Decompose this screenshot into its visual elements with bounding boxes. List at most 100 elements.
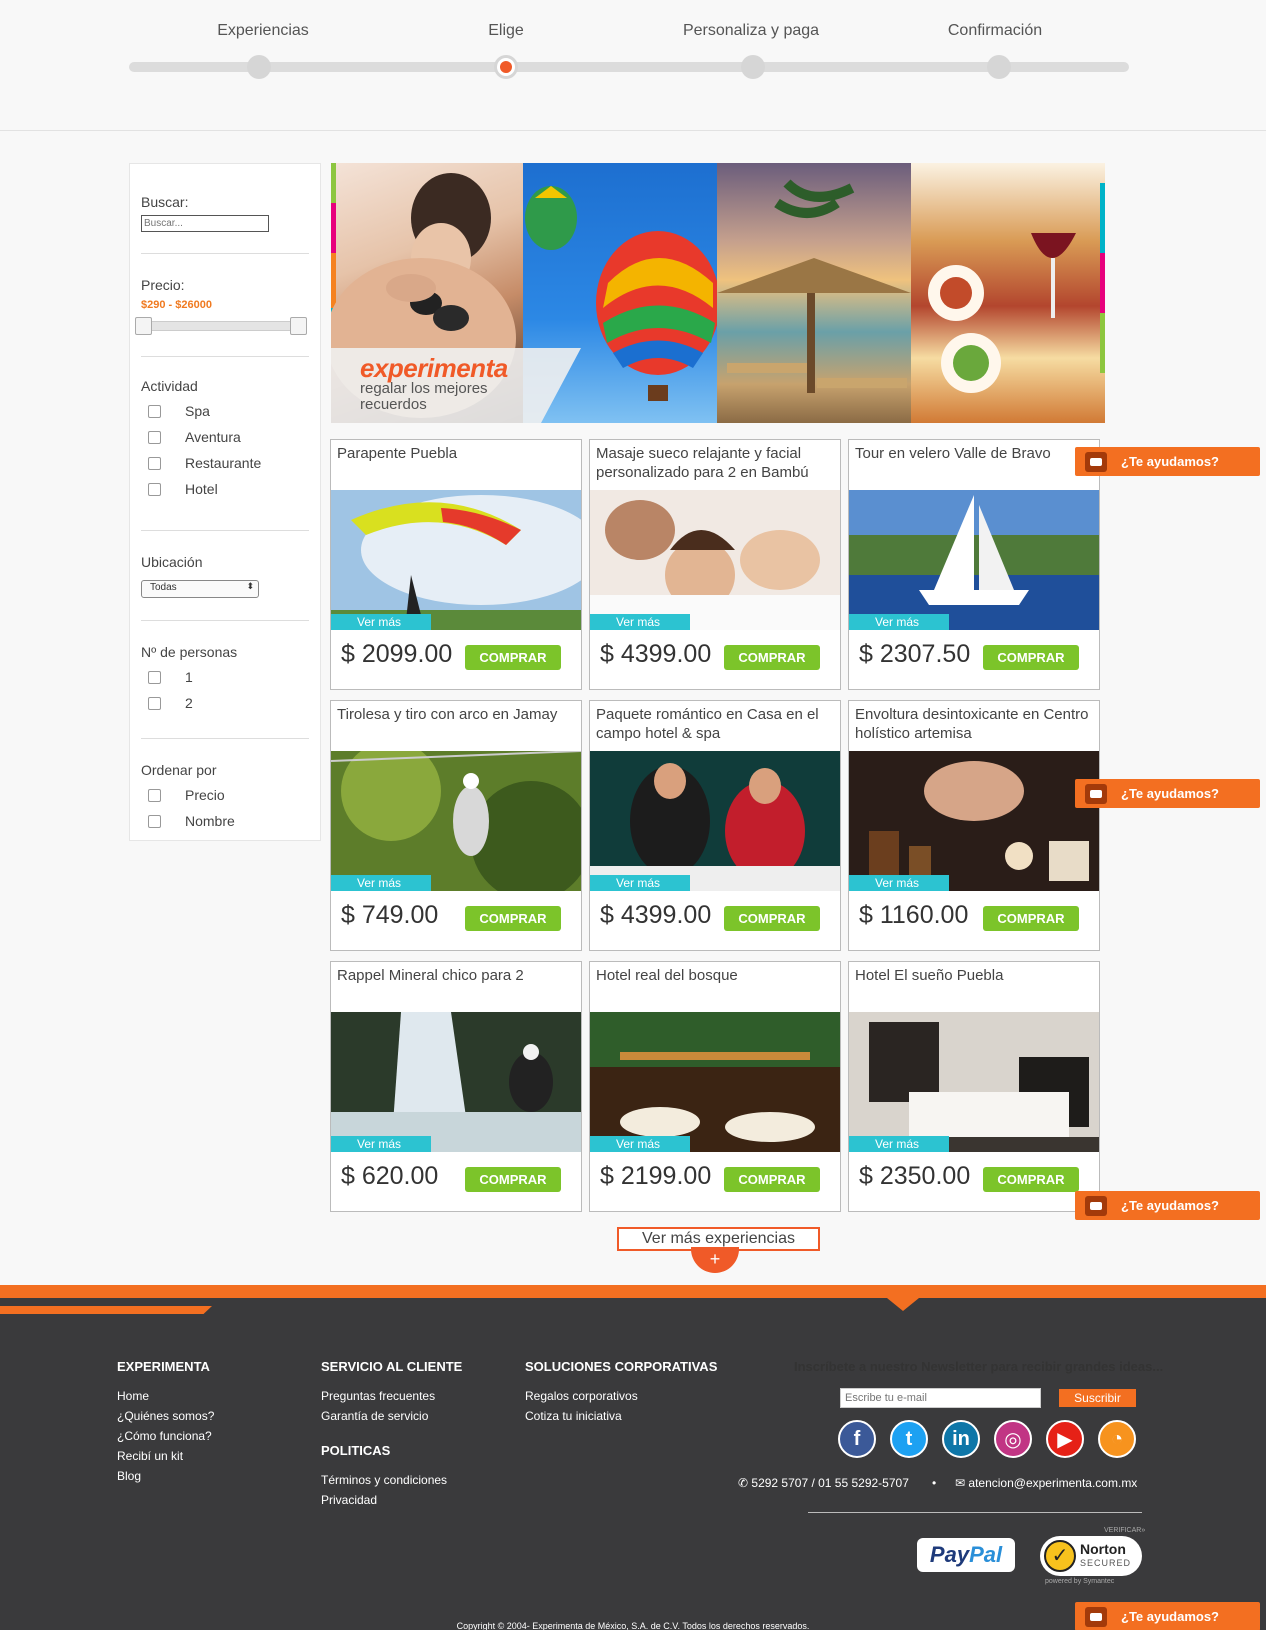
hotel-restaurant-photo[interactable]: Ver más: [590, 1012, 840, 1152]
help-chat-tab[interactable]: ¿Te ayudamos?: [1075, 447, 1260, 476]
product-title[interactable]: Rappel Mineral chico para 2: [337, 966, 575, 985]
footer-link-privacidad[interactable]: Privacidad: [321, 1493, 377, 1507]
buy-button[interactable]: COMPRAR: [983, 1167, 1079, 1192]
footer-link-cotiza[interactable]: Cotiza tu iniciativa: [525, 1409, 622, 1423]
footer-link-kit[interactable]: Recibí un kit: [117, 1449, 183, 1463]
activity-option-restaurante[interactable]: Restaurante: [141, 450, 309, 476]
spa-treatment-photo[interactable]: Ver más: [849, 751, 1099, 891]
buy-button[interactable]: COMPRAR: [724, 906, 820, 931]
help-chat-tab[interactable]: ¿Te ayudamos?: [1075, 779, 1260, 808]
instagram-icon[interactable]: ◎: [994, 1420, 1032, 1458]
twitter-icon[interactable]: t: [890, 1420, 928, 1458]
footer-link-terminos[interactable]: Términos y condiciones: [321, 1473, 447, 1487]
product-title[interactable]: Hotel El sueño Puebla: [855, 966, 1093, 985]
load-more-plus-button[interactable]: +: [691, 1247, 739, 1273]
buy-button[interactable]: COMPRAR: [465, 906, 561, 931]
help-chat-tab[interactable]: ¿Te ayudamos?: [1075, 1602, 1260, 1630]
product-title[interactable]: Parapente Puebla: [337, 444, 575, 463]
product-card[interactable]: Tour en velero Valle de Bravo Ver más $ 23…: [848, 439, 1100, 690]
checkbox[interactable]: [148, 404, 161, 418]
romantic-dinner-photo[interactable]: Ver más: [590, 751, 840, 891]
price-slider-max-handle[interactable]: [290, 317, 307, 335]
footer-link-garantia[interactable]: Garantía de servicio: [321, 1409, 428, 1423]
hotel-bedroom-photo[interactable]: Ver más: [849, 1012, 1099, 1152]
activity-option-spa[interactable]: Spa: [141, 398, 309, 424]
footer-link-regalos[interactable]: Regalos corporativos: [525, 1389, 638, 1403]
product-card[interactable]: Masaje sueco relajante y facial personal…: [589, 439, 841, 690]
product-title[interactable]: Tirolesa y tiro con arco en Jamay: [337, 705, 575, 724]
product-card[interactable]: Tirolesa y tiro con arco en Jamay Ver más…: [330, 700, 582, 951]
activity-option-aventura[interactable]: Aventura: [141, 424, 309, 450]
price-slider[interactable]: [135, 317, 307, 335]
rss-icon[interactable]: ◔: [1098, 1420, 1136, 1458]
product-title[interactable]: Envoltura desintoxicante en Centro holís…: [855, 705, 1093, 743]
footer-link-blog[interactable]: Blog: [117, 1469, 141, 1483]
step-dot-1[interactable]: [247, 55, 271, 79]
footer-link-como[interactable]: ¿Cómo funciona?: [117, 1429, 212, 1443]
step-label-confirmacion[interactable]: Confirmación: [948, 22, 1042, 40]
checkbox[interactable]: [148, 696, 161, 710]
norton-seal[interactable]: ✓ Norton SECURED: [1040, 1536, 1142, 1576]
buy-button[interactable]: COMPRAR: [465, 1167, 561, 1192]
product-card[interactable]: Parapente Puebla Ver más $ 2099.00 COMPRAR: [330, 439, 582, 690]
youtube-icon[interactable]: ▶: [1046, 1420, 1084, 1458]
ver-mas-link[interactable]: Ver más: [849, 875, 949, 891]
step-label-elige[interactable]: Elige: [488, 22, 524, 40]
checkbox[interactable]: [148, 482, 161, 496]
newsletter-email-input[interactable]: [840, 1388, 1041, 1408]
footer-email[interactable]: ✉ atencion@experimenta.com.mx: [955, 1476, 1137, 1490]
newsletter-subscribe-button[interactable]: Suscribir: [1059, 1389, 1136, 1407]
product-card[interactable]: Paquete romántico en Casa en el campo ho…: [589, 700, 841, 951]
people-option-1[interactable]: 1: [141, 664, 309, 690]
ver-mas-link[interactable]: Ver más: [849, 614, 949, 630]
buy-button[interactable]: COMPRAR: [465, 645, 561, 670]
checkbox[interactable]: [148, 814, 161, 828]
step-dot-4[interactable]: [987, 55, 1011, 79]
checkbox[interactable]: [148, 456, 161, 470]
search-input[interactable]: [141, 215, 269, 232]
step-dot-2-active[interactable]: [494, 55, 518, 79]
ver-mas-link[interactable]: Ver más: [331, 1136, 431, 1152]
sailboat-photo[interactable]: Ver más: [849, 490, 1099, 630]
rappel-waterfall-photo[interactable]: Ver más: [331, 1012, 581, 1152]
ver-mas-link[interactable]: Ver más: [590, 875, 690, 891]
product-card[interactable]: Envoltura desintoxicante en Centro holís…: [848, 700, 1100, 951]
help-chat-tab[interactable]: ¿Te ayudamos?: [1075, 1191, 1260, 1220]
checkbox[interactable]: [148, 670, 161, 684]
ver-mas-link[interactable]: Ver más: [331, 614, 431, 630]
checkbox[interactable]: [148, 430, 161, 444]
ver-mas-link[interactable]: Ver más: [849, 1136, 949, 1152]
product-card[interactable]: Rappel Mineral chico para 2 Ver más $ 620.…: [330, 961, 582, 1212]
buy-button[interactable]: COMPRAR: [724, 1167, 820, 1192]
footer-link-home[interactable]: Home: [117, 1389, 149, 1403]
sort-option-nombre[interactable]: Nombre: [141, 808, 309, 834]
footer-link-preguntas[interactable]: Preguntas frecuentes: [321, 1389, 435, 1403]
sort-option-precio[interactable]: Precio: [141, 782, 309, 808]
step-label-personaliza[interactable]: Personaliza y paga: [683, 22, 819, 40]
buy-button[interactable]: COMPRAR: [983, 645, 1079, 670]
product-card[interactable]: Hotel El sueño Puebla Ver más $ 2350.00 COM…: [848, 961, 1100, 1212]
step-dot-3[interactable]: [741, 55, 765, 79]
people-option-2[interactable]: 2: [141, 690, 309, 716]
step-label-experiencias[interactable]: Experiencias: [217, 22, 309, 40]
buy-button[interactable]: COMPRAR: [724, 645, 820, 670]
ver-mas-link[interactable]: Ver más: [331, 875, 431, 891]
ver-mas-link[interactable]: Ver más: [590, 614, 690, 630]
zipline-photo[interactable]: Ver más: [331, 751, 581, 891]
product-title[interactable]: Tour en velero Valle de Bravo: [855, 444, 1093, 463]
couple-massage-photo[interactable]: Ver más: [590, 490, 840, 630]
product-title[interactable]: Masaje sueco relajante y facial personal…: [596, 444, 834, 482]
price-slider-min-handle[interactable]: [135, 317, 152, 335]
hero-banner[interactable]: experimenta regalar los mejores recuerdo…: [331, 163, 1105, 423]
ver-mas-link[interactable]: Ver más: [590, 1136, 690, 1152]
paragliding-photo[interactable]: Ver más: [331, 490, 581, 630]
checkbox[interactable]: [148, 788, 161, 802]
activity-option-hotel[interactable]: Hotel: [141, 476, 309, 502]
facebook-icon[interactable]: f: [838, 1420, 876, 1458]
buy-button[interactable]: COMPRAR: [983, 906, 1079, 931]
linkedin-icon[interactable]: in: [942, 1420, 980, 1458]
product-title[interactable]: Hotel real del bosque: [596, 966, 834, 985]
product-card[interactable]: Hotel real del bosque Ver más $ 2199.00 COM…: [589, 961, 841, 1212]
product-title[interactable]: Paquete romántico en Casa en el campo ho…: [596, 705, 834, 743]
location-select[interactable]: Todas ⬍: [141, 580, 259, 598]
